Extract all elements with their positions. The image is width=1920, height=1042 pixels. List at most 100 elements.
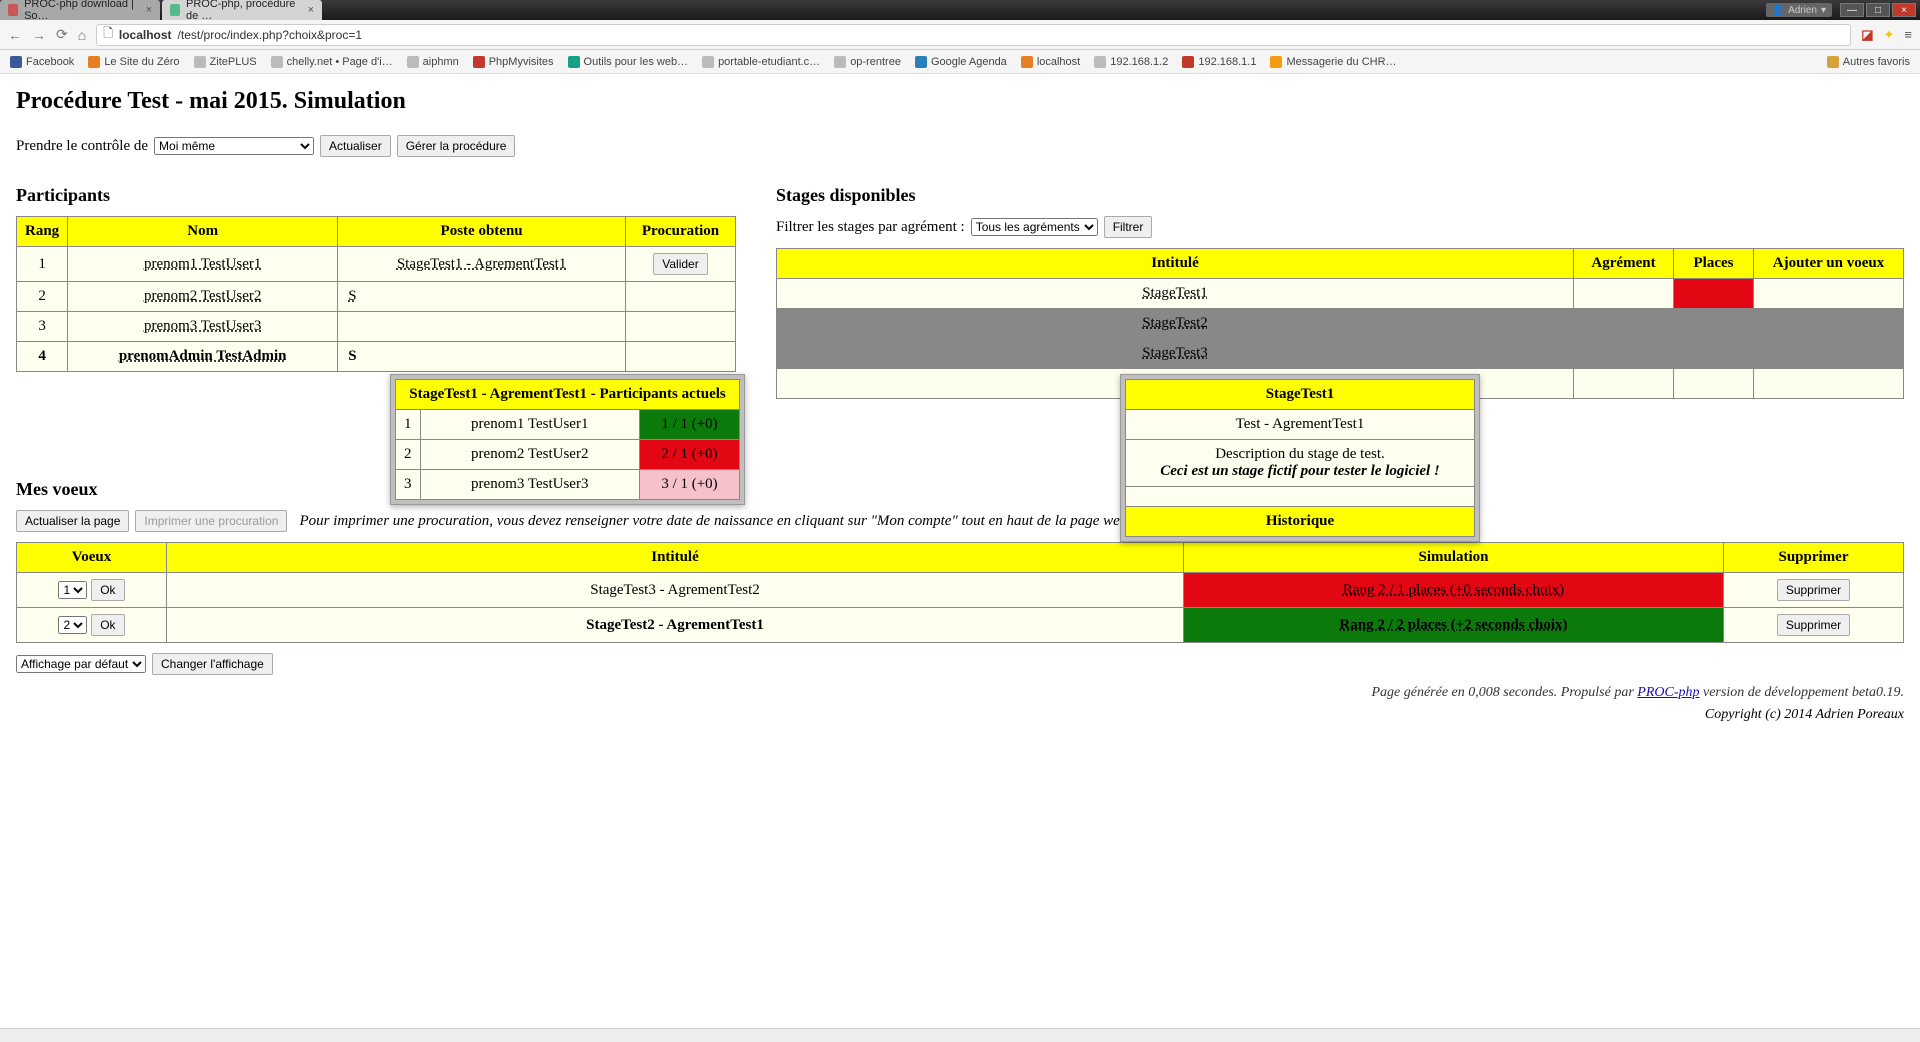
proc-php-link[interactable]: PROC-php (1637, 685, 1699, 700)
col-supprimer: Supprimer (1724, 543, 1904, 573)
col-ajouter: Ajouter un voeux (1754, 249, 1904, 279)
bookmark-item[interactable]: chelly.net • Page d'i… (271, 56, 393, 68)
reload-icon[interactable]: ⟳ (56, 26, 68, 43)
delete-button[interactable]: Supprimer (1777, 579, 1850, 601)
bookmark-item[interactable]: PhpMyvisites (473, 56, 554, 68)
voeux-table: Voeux Intitulé Simulation Supprimer 1 Ok… (16, 542, 1904, 643)
refresh-button[interactable]: Actualiser (320, 135, 391, 157)
copyright: Copyright (c) 2014 Adrien Poreaux (16, 707, 1904, 723)
close-icon[interactable]: × (146, 4, 152, 16)
bookmark-icon (915, 56, 927, 68)
historique-header[interactable]: Historique (1126, 507, 1475, 537)
popup-stage-participants: StageTest1 - AgrementTest1 - Participant… (390, 374, 745, 505)
maximize-button[interactable]: □ (1866, 3, 1890, 17)
bookmark-item[interactable]: 192.168.1.2 (1094, 56, 1168, 68)
valider-button[interactable]: Valider (653, 253, 707, 275)
url-path: /test/proc/index.php?choix&proc=1 (178, 28, 362, 42)
table-row: 3 prenom3 TestUser3 (17, 312, 736, 342)
stage-link: StageTest1 (1142, 285, 1208, 301)
bookmark-item[interactable]: Outils pour les web… (568, 56, 689, 68)
nav-back-icon[interactable]: ← (8, 27, 22, 43)
table-row: 2 prenom2 TestUser2 2 / 1 (+0) (396, 440, 740, 470)
stage-link: StageTest3 (1142, 345, 1208, 361)
voeux-intitule: StageTest2 - AgrementTest1 (167, 608, 1184, 643)
stage-agrement: Test - AgrementTest1 (1126, 410, 1475, 440)
bookmark-item[interactable]: localhost (1021, 56, 1080, 68)
ok-button[interactable]: Ok (91, 614, 124, 636)
browser-tab-2[interactable]: PROC-php, procédure de … × (162, 0, 322, 20)
voeux-intitule: StageTest3 - AgrementTest2 (167, 573, 1184, 608)
delete-button[interactable]: Supprimer (1777, 614, 1850, 636)
manage-procedure-button[interactable]: Gérer la procédure (397, 135, 516, 157)
browser-tab-1[interactable]: PROC-php download | So… × (0, 0, 160, 20)
bookmark-item[interactable]: aiphmn (407, 56, 459, 68)
bookmark-icon (194, 56, 206, 68)
extension-icon[interactable]: ✦ (1884, 27, 1895, 43)
other-bookmarks[interactable]: Autres favoris (1827, 56, 1910, 68)
user-name: Adrien (1788, 5, 1817, 16)
filter-label: Filtrer les stages par agrément : (776, 219, 965, 236)
user-chip[interactable]: 👤 Adrien ▾ (1766, 3, 1832, 17)
close-icon[interactable]: × (308, 4, 314, 16)
bookmark-item[interactable]: ZitePLUS (194, 56, 257, 68)
participants-table: Rang Nom Poste obtenu Procuration 1 pren… (16, 216, 736, 372)
refresh-page-button[interactable]: Actualiser la page (16, 510, 129, 532)
folder-icon (1827, 56, 1839, 68)
close-window-button[interactable]: × (1892, 3, 1916, 17)
minimize-button[interactable]: — (1840, 3, 1864, 17)
bookmark-item[interactable]: portable-etudiant.c… (702, 56, 820, 68)
bookmark-item[interactable]: Le Site du Zéro (88, 56, 179, 68)
bookmark-item[interactable]: Facebook (10, 56, 74, 68)
print-procuration-button: Imprimer une procuration (135, 510, 287, 532)
table-row: 4 prenomAdmin TestAdmin S (17, 342, 736, 372)
home-icon[interactable]: ⌂ (78, 27, 86, 43)
url-host: localhost (119, 28, 172, 42)
page-title: Procédure Test - mai 2015. Simulation (16, 88, 1904, 115)
col-poste: Poste obtenu (338, 217, 626, 247)
bookmark-icon (702, 56, 714, 68)
bookmark-icon (88, 56, 100, 68)
col-intitule: Intitulé (167, 543, 1184, 573)
voeux-rank-select[interactable]: 2 (58, 616, 87, 634)
control-label: Prendre le contrôle de (16, 138, 148, 155)
col-procuration: Procuration (626, 217, 736, 247)
col-places: Places (1674, 249, 1754, 279)
control-select[interactable]: Moi même (154, 137, 314, 155)
nav-forward-icon[interactable]: → (32, 27, 46, 43)
bookmark-icon (10, 56, 22, 68)
browser-toolbar: ← → ⟳ ⌂ 🗋 localhost /test/proc/index.php… (0, 20, 1920, 50)
filter-button[interactable]: Filtrer (1104, 216, 1153, 238)
bookmark-icon (568, 56, 580, 68)
extension-icon[interactable]: ◪ (1861, 27, 1873, 43)
page-icon: 🗋 (103, 24, 113, 45)
bookmark-item[interactable]: op-rentree (834, 56, 901, 68)
col-agrement: Agrément (1574, 249, 1674, 279)
participant-link: prenom1 TestUser1 (144, 256, 261, 272)
horizontal-scrollbar[interactable] (0, 1028, 1920, 1042)
bookmark-icon (407, 56, 419, 68)
col-simulation: Simulation (1184, 543, 1724, 573)
bookmark-icon (271, 56, 283, 68)
bookmark-item[interactable]: 192.168.1.1 (1182, 56, 1256, 68)
tab-label: PROC-php, procédure de … (186, 0, 302, 22)
popup-stage-detail: StageTest1 Test - AgrementTest1 Descript… (1120, 374, 1480, 542)
participant-link: prenom3 TestUser3 (144, 318, 261, 334)
voeux-rank-select[interactable]: 1 (58, 581, 87, 599)
address-bar[interactable]: 🗋 localhost /test/proc/index.php?choix&p… (96, 24, 1851, 46)
ok-button[interactable]: Ok (91, 579, 124, 601)
chevron-down-icon: ▾ (1821, 5, 1826, 16)
col-rang: Rang (17, 217, 68, 247)
bookmark-item[interactable]: Messagerie du CHR… (1270, 56, 1396, 68)
user-icon: 👤 (1772, 5, 1784, 16)
stages-heading: Stages disponibles (776, 185, 1904, 206)
menu-icon[interactable]: ≡ (1904, 27, 1912, 42)
voeux-heading: Mes voeux (16, 479, 1904, 500)
change-display-button[interactable]: Changer l'affichage (152, 653, 273, 675)
display-select[interactable]: Affichage par défaut (16, 655, 146, 673)
stage-desc: Description du stage de test. (1215, 446, 1385, 462)
bookmarks-bar: Facebook Le Site du Zéro ZitePLUS chelly… (0, 50, 1920, 74)
popup-title: StageTest1 - AgrementTest1 - Participant… (396, 380, 740, 410)
bookmark-item[interactable]: Google Agenda (915, 56, 1007, 68)
stage-link: StageTest2 (1142, 315, 1208, 331)
filter-select[interactable]: Tous les agréments (971, 218, 1098, 236)
